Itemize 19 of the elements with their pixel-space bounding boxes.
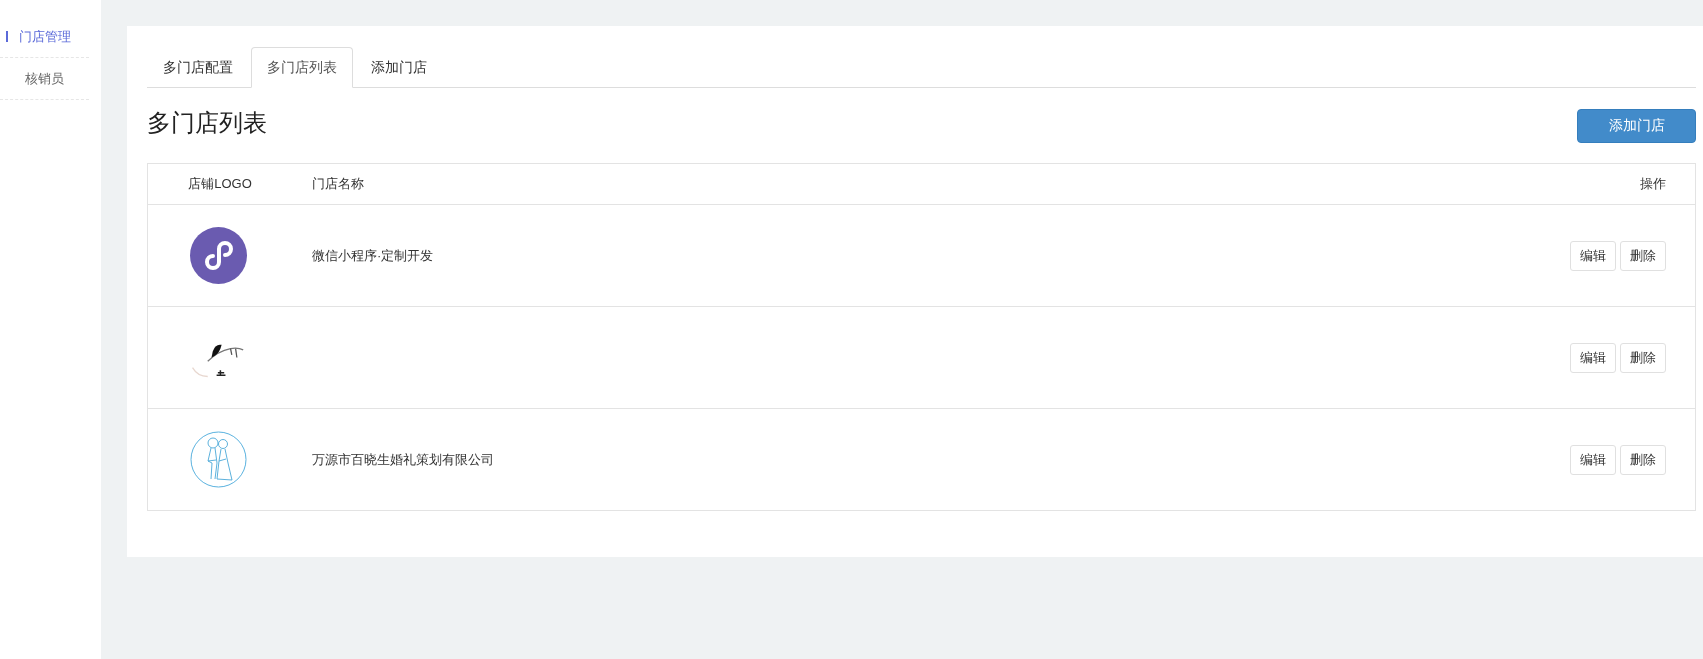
- column-header: 店铺LOGO: [188, 175, 252, 193]
- edit-button[interactable]: 编辑: [1570, 444, 1616, 475]
- edit-button[interactable]: 编辑: [1570, 240, 1616, 271]
- edit-button[interactable]: 编辑: [1570, 342, 1616, 373]
- sidebar-item[interactable]: 核销员: [0, 58, 89, 100]
- page-title: 多门店列表: [147, 109, 267, 137]
- delete-button[interactable]: 删除: [1620, 342, 1666, 373]
- tab[interactable]: 多门店列表: [251, 47, 353, 88]
- column-header: 操作: [1640, 175, 1666, 193]
- delete-button[interactable]: 删除: [1620, 240, 1666, 271]
- delete-button[interactable]: 删除: [1620, 444, 1666, 475]
- link-logo-icon: [189, 227, 247, 284]
- store-name: 万源市百晓生婚礼策划有限公司: [312, 451, 494, 467]
- store-name: 微信小程序·定制开发: [312, 247, 434, 263]
- column-header: 门店名称: [312, 176, 364, 191]
- couple-sketch-logo: [189, 431, 247, 488]
- add-store-button[interactable]: 添加门店: [1577, 109, 1696, 143]
- tab[interactable]: 添加门店: [355, 47, 443, 88]
- tab[interactable]: 多门店配置: [147, 47, 249, 88]
